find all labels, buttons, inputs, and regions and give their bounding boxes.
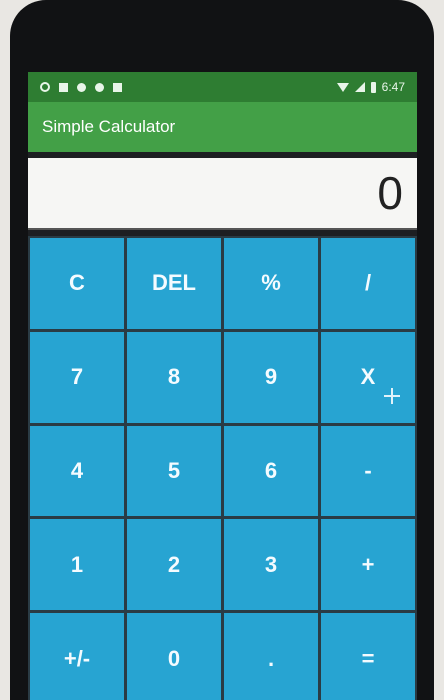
signal-icon xyxy=(354,82,365,92)
key-percent[interactable]: % xyxy=(224,238,318,329)
key-subtract[interactable]: - xyxy=(321,425,415,517)
wifi-icon xyxy=(336,82,349,92)
status-notification-icons xyxy=(40,82,122,92)
key-add[interactable]: + xyxy=(321,519,415,611)
status-system-icons: 6:47 xyxy=(336,80,405,94)
dot-notification-icon xyxy=(95,82,104,92)
keypad: C DEL % / 7 8 9 X 4 5 6 - 1 2 3 + +/- 0 … xyxy=(28,236,417,700)
key-clear[interactable]: C xyxy=(30,238,124,329)
key-3[interactable]: 3 xyxy=(224,519,318,611)
key-7[interactable]: 7 xyxy=(30,331,124,423)
key-5[interactable]: 5 xyxy=(127,425,221,517)
key-1[interactable]: 1 xyxy=(30,519,124,611)
key-9[interactable]: 9 xyxy=(224,331,318,423)
key-4[interactable]: 4 xyxy=(30,425,124,517)
key-2[interactable]: 2 xyxy=(127,519,221,611)
key-0[interactable]: 0 xyxy=(127,613,221,700)
app-title: Simple Calculator xyxy=(42,117,176,136)
key-delete[interactable]: DEL xyxy=(127,238,221,329)
key-decimal[interactable]: . xyxy=(224,613,318,700)
key-equals[interactable]: = xyxy=(321,613,415,700)
sd-card-notification-icon xyxy=(113,82,122,92)
key-6[interactable]: 6 xyxy=(224,425,318,517)
key-divide[interactable]: / xyxy=(321,238,415,329)
shield-notification-icon xyxy=(77,82,86,92)
key-negate[interactable]: +/- xyxy=(30,613,124,700)
key-multiply[interactable]: X xyxy=(321,331,415,423)
crosshair-cursor-icon xyxy=(384,388,400,404)
display-value: 0 xyxy=(377,167,403,219)
settings-notification-icon xyxy=(40,82,50,92)
status-time: 6:47 xyxy=(381,80,405,94)
battery-icon xyxy=(370,81,376,93)
screen: 6:47 Simple Calculator 0 C DEL % / 7 8 9… xyxy=(28,72,417,700)
status-bar: 6:47 xyxy=(28,72,417,102)
app-notification-icon xyxy=(59,82,68,92)
key-8[interactable]: 8 xyxy=(127,331,221,423)
calculator-display: 0 xyxy=(28,158,417,230)
app-bar: Simple Calculator xyxy=(28,102,417,152)
phone-frame: 6:47 Simple Calculator 0 C DEL % / 7 8 9… xyxy=(10,0,434,700)
